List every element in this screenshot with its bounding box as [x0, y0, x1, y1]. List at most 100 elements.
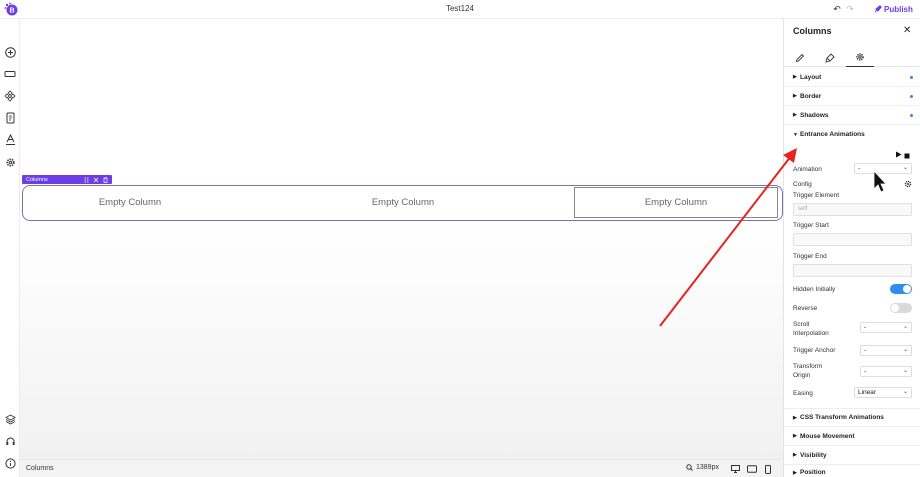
section-label: Border: [800, 92, 822, 100]
properties-panel: Columns ✕ ▶ Layout ▶ Border ▶ Shadows ▼ …: [783, 19, 920, 477]
selection-tag[interactable]: Columns: [22, 175, 112, 184]
trigger-anchor-value: -: [864, 347, 867, 354]
tab-advanced-settings[interactable]: [846, 48, 874, 67]
section-icon[interactable]: [3, 67, 17, 81]
transform-origin-label-line2: Origin: [793, 372, 811, 379]
chevron-down-icon: ⌄: [902, 347, 908, 353]
trigger-element-input[interactable]: self: [793, 203, 912, 216]
column-label: Empty Column: [98, 197, 162, 208]
column-3[interactable]: Empty Column: [574, 187, 778, 218]
caret-right-icon: ▶: [793, 414, 797, 421]
pages-icon[interactable]: [3, 111, 17, 125]
transform-origin-select[interactable]: - ⌄: [860, 366, 912, 377]
delete-trash-icon[interactable]: [103, 176, 108, 183]
section-label: Layout: [800, 73, 822, 81]
add-element-icon[interactable]: [3, 45, 17, 59]
document-title: Test124: [445, 4, 475, 13]
reverse-label: Reverse: [793, 305, 818, 312]
rocket-icon: [874, 5, 882, 13]
caret-right-icon: ▶: [793, 470, 797, 476]
config-label: Config: [793, 181, 812, 188]
desktop-icon[interactable]: [729, 463, 741, 475]
modified-dot: [910, 76, 913, 79]
scroll-interpolation-label: Scroll Interpolation: [793, 320, 829, 338]
breadcrumb[interactable]: Columns: [26, 465, 54, 472]
drag-handle-icon[interactable]: [84, 176, 89, 183]
stop-icon[interactable]: [904, 152, 911, 159]
chevron-down-icon: ⌄: [902, 324, 908, 330]
edit-pencil-icon: [795, 53, 805, 62]
tablet-icon[interactable]: [746, 463, 758, 475]
hidden-initially-toggle[interactable]: [890, 284, 912, 294]
section-shadows[interactable]: ▶ Shadows: [784, 106, 920, 125]
reverse-toggle[interactable]: [890, 303, 912, 313]
trigger-end-input[interactable]: [793, 264, 912, 277]
settings-gear-icon[interactable]: [3, 155, 17, 169]
column-1[interactable]: Empty Column: [25, 187, 235, 218]
scroll-interpolation-value: -: [864, 324, 867, 331]
support-headset-icon[interactable]: [3, 434, 17, 448]
section-position[interactable]: ▶ Position: [784, 465, 920, 477]
redo-icon[interactable]: ↷: [845, 3, 855, 15]
chevron-down-icon: ⌄: [902, 368, 908, 374]
column-2[interactable]: Empty Column: [299, 187, 507, 218]
components-icon[interactable]: [3, 89, 17, 103]
selection-tag-label: Columns: [26, 176, 48, 183]
modified-dot: [910, 95, 913, 98]
settings-gear-icon: [856, 53, 864, 61]
section-layout[interactable]: ▶ Layout: [784, 68, 920, 87]
tab-style[interactable]: [816, 48, 844, 67]
config-gear-icon[interactable]: [904, 180, 912, 188]
scroll-interpolation-select[interactable]: - ⌄: [860, 322, 912, 333]
animation-label: Animation: [793, 166, 822, 173]
trigger-anchor-label: Trigger Anchor: [793, 347, 836, 354]
modified-dot: [910, 114, 913, 117]
info-icon[interactable]: [3, 456, 17, 470]
transform-origin-label-line1: Transform: [793, 363, 823, 370]
transform-origin-label: Transform Origin: [793, 362, 822, 380]
section-visibility[interactable]: ▶ Visibility: [784, 446, 920, 465]
animation-value: -: [858, 165, 861, 172]
section-entrance-animations[interactable]: ▼ Entrance Animations: [784, 125, 920, 144]
trigger-anchor-select[interactable]: - ⌄: [860, 345, 912, 356]
easing-value: Linear: [858, 389, 877, 396]
typography-icon[interactable]: [3, 133, 17, 147]
section-mouse-movement[interactable]: ▶ Mouse Movement: [784, 427, 920, 446]
columns-block[interactable]: Empty Column Empty Column Empty Column: [22, 185, 783, 221]
hidden-initially-label: Hidden Initially: [793, 286, 836, 293]
trigger-element-placeholder: self: [798, 206, 808, 212]
left-sidebar: [0, 19, 20, 477]
trigger-element-label: Trigger Element: [793, 192, 839, 199]
search-icon: [686, 464, 693, 471]
animation-select[interactable]: - ⌄: [854, 163, 912, 174]
publish-label: Publish: [884, 4, 913, 14]
mobile-icon[interactable]: [762, 463, 774, 475]
column-label: Empty Column: [371, 197, 435, 208]
tab-content-edit[interactable]: [786, 48, 814, 67]
scroll-interpolation-label-line1: Scroll: [793, 321, 810, 328]
editor-canvas[interactable]: [20, 19, 783, 459]
close-icon[interactable]: ✕: [903, 25, 911, 36]
caret-down-icon: ▼: [793, 131, 798, 138]
caret-right-icon: ▶: [793, 112, 797, 118]
move-arrows-icon[interactable]: [93, 177, 99, 183]
undo-icon[interactable]: ↶: [832, 3, 842, 15]
section-label: Shadows: [800, 111, 829, 119]
scroll-interpolation-label-line2: Interpolation: [793, 330, 829, 337]
layers-icon[interactable]: [3, 412, 17, 426]
play-icon[interactable]: [895, 151, 903, 159]
status-bar: Columns 1389px: [20, 459, 783, 477]
publish-button[interactable]: Publish: [874, 2, 913, 16]
caret-right-icon: ▶: [793, 93, 797, 99]
section-border[interactable]: ▶ Border: [784, 87, 920, 106]
toggle-knob: [903, 285, 911, 293]
section-css-transform-animations[interactable]: ▶ CSS Transform Animations: [784, 408, 920, 427]
section-label: Entrance Animations: [800, 131, 865, 138]
easing-select[interactable]: Linear ⌄: [854, 387, 912, 398]
chevron-down-icon: ⌄: [902, 165, 908, 171]
canvas-width-readout[interactable]: 1389px: [686, 464, 719, 471]
trigger-start-label: Trigger Start: [793, 222, 829, 229]
trigger-start-input[interactable]: [793, 233, 912, 246]
caret-right-icon: ▶: [793, 452, 797, 458]
section-label: Mouse Movement: [800, 432, 855, 440]
